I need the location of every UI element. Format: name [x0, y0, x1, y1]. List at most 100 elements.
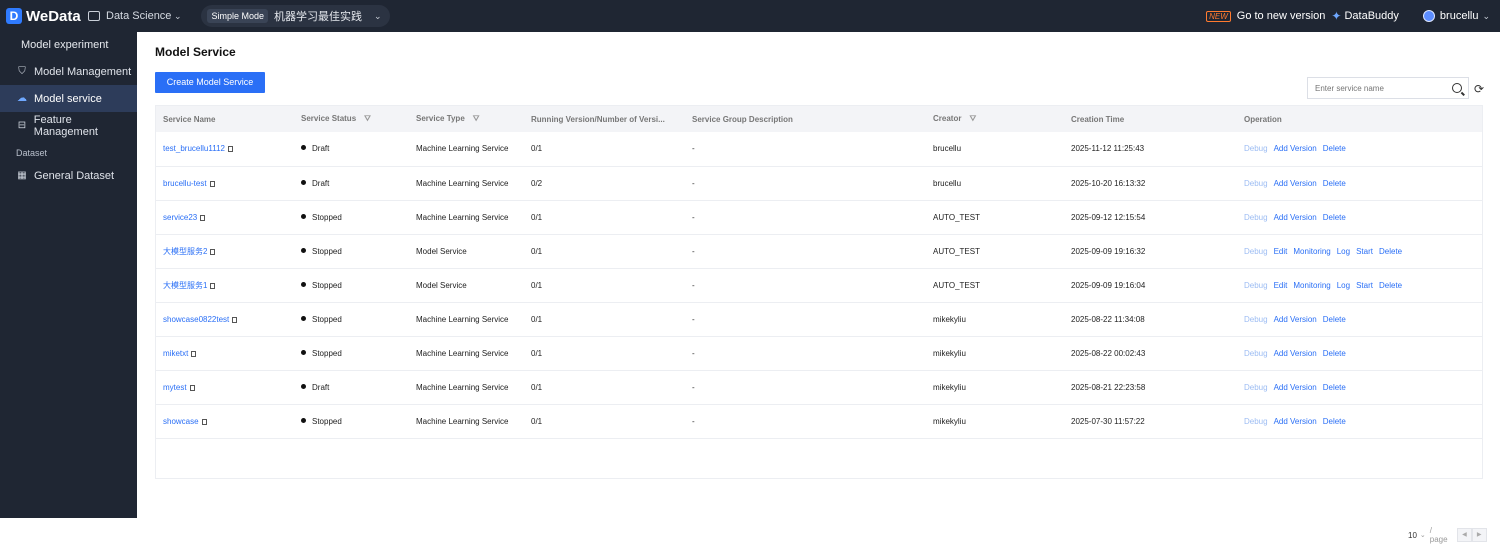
copy-icon[interactable] [232, 316, 238, 323]
operations-cell: Debug Add Version Delete [1237, 200, 1482, 235]
search-input[interactable] [1308, 79, 1444, 97]
brand[interactable]: D WeData [6, 8, 86, 25]
edit-action[interactable]: Edit [1274, 281, 1288, 290]
column-header: Operation [1237, 106, 1482, 132]
debug-action[interactable]: Debug [1244, 383, 1268, 392]
workspace-label: Data Science [106, 10, 172, 22]
sparkle-icon: ✦ [1331, 9, 1342, 23]
copy-icon[interactable] [200, 214, 206, 221]
chevron-down-icon[interactable]: ⌄ [1420, 531, 1426, 539]
log-action[interactable]: Log [1337, 247, 1350, 256]
copy-icon[interactable] [189, 384, 195, 391]
service-name-link[interactable]: 大模型服务2 [163, 247, 207, 256]
delete-action[interactable]: Delete [1323, 349, 1346, 358]
prev-page-button[interactable]: ◀ [1457, 528, 1472, 542]
service-name-link[interactable]: service23 [163, 213, 197, 222]
filter-icon[interactable]: ⛛ [364, 114, 371, 124]
filter-icon[interactable]: ⛛ [473, 114, 480, 124]
copy-icon[interactable] [210, 248, 216, 255]
debug-action[interactable]: Debug [1244, 247, 1268, 256]
delete-action[interactable]: Delete [1379, 281, 1402, 290]
workspace-selector[interactable]: Data Science ⌄ [88, 10, 181, 22]
version-count: 0/1 [531, 246, 543, 256]
column-header: Service Group Description [685, 106, 926, 132]
monitoring-action[interactable]: Monitoring [1293, 247, 1330, 256]
page-size-select[interactable]: 10 [1408, 531, 1417, 540]
delete-action[interactable]: Delete [1323, 213, 1346, 222]
add-version-action[interactable]: Add Version [1274, 349, 1317, 358]
refresh-icon[interactable]: ⟳ [1474, 82, 1484, 96]
operations-cell: Debug Edit Monitoring Log Start Delete [1237, 268, 1482, 303]
copy-icon[interactable] [210, 282, 216, 289]
add-version-action[interactable]: Add Version [1274, 315, 1317, 324]
start-action[interactable]: Start [1356, 281, 1373, 290]
service-name-link[interactable]: mytest [163, 383, 187, 392]
add-version-action[interactable]: Add Version [1274, 179, 1317, 188]
creation-time: 2025-11-12 11:25:43 [1071, 144, 1145, 154]
debug-action[interactable]: Debug [1244, 281, 1268, 290]
copy-icon[interactable] [201, 418, 207, 425]
creator: mikekyliu [933, 382, 966, 392]
copy-icon[interactable] [209, 180, 215, 187]
debug-action[interactable]: Debug [1244, 315, 1268, 324]
sidebar-group-dataset: Dataset [16, 148, 48, 158]
service-type: Model Service [416, 280, 467, 290]
table-row: 大模型服务2 Stopped Model Service 0/1 - AUTO_TEST 2… [156, 234, 1482, 269]
project-selector[interactable]: Simple Mode 机器学习最佳实践 ⌄ [201, 5, 390, 27]
service-name-link[interactable]: showcase [163, 417, 199, 426]
monitoring-action[interactable]: Monitoring [1293, 281, 1330, 290]
delete-action[interactable]: Delete [1323, 179, 1346, 188]
service-name-link[interactable]: test_brucellu1112 [163, 144, 225, 153]
avatar[interactable] [1422, 10, 1435, 22]
debug-action[interactable]: Debug [1244, 349, 1268, 358]
debug-action[interactable]: Debug [1244, 144, 1268, 153]
creator: mikekyliu [933, 416, 966, 426]
status-text: Draft [312, 382, 330, 392]
copy-icon[interactable] [191, 350, 197, 357]
new-version-link[interactable]: Go to new version [1237, 10, 1326, 22]
sidebar-heading[interactable]: Model experiment [0, 32, 137, 58]
user-name[interactable]: brucellu [1440, 10, 1479, 22]
delete-action[interactable]: Delete [1379, 247, 1402, 256]
service-name-link[interactable]: miketxt [163, 349, 188, 358]
add-version-action[interactable]: Add Version [1274, 417, 1317, 426]
sidebar-item-feature-management[interactable]: ⊟ Feature Management [0, 112, 137, 139]
databuddy-link[interactable]: DataBuddy [1344, 10, 1398, 22]
creation-time: 2025-10-20 16:13:32 [1071, 178, 1146, 188]
service-name-link[interactable]: brucellu-test [163, 179, 207, 188]
service-name-link[interactable]: showcase0822test [163, 315, 229, 324]
table-row: service23 Stopped Machine Learning Service… [156, 200, 1482, 235]
add-version-action[interactable]: Add Version [1274, 213, 1317, 222]
sidebar-item-general-dataset[interactable]: ▦ General Dataset [0, 162, 137, 189]
edit-action[interactable]: Edit [1274, 247, 1288, 256]
service-type: Machine Learning Service [416, 416, 509, 426]
sidebar-item-model-service[interactable]: ☁ Model service [0, 85, 137, 112]
next-page-button[interactable]: ▶ [1471, 528, 1487, 542]
service-name-link[interactable]: 大模型服务1 [163, 281, 207, 290]
start-action[interactable]: Start [1356, 247, 1373, 256]
debug-action[interactable]: Debug [1244, 213, 1268, 222]
search-icon[interactable] [1452, 83, 1462, 93]
log-action[interactable]: Log [1337, 281, 1350, 290]
debug-action[interactable]: Debug [1244, 417, 1268, 426]
service-type: Machine Learning Service [416, 212, 509, 222]
delete-action[interactable]: Delete [1323, 144, 1346, 153]
filter-icon[interactable]: ⛛ [969, 114, 976, 124]
status-dot-icon [301, 145, 306, 151]
add-version-action[interactable]: Add Version [1274, 144, 1317, 153]
debug-action[interactable]: Debug [1244, 179, 1268, 188]
delete-action[interactable]: Delete [1323, 417, 1346, 426]
top-bar: D WeData Data Science ⌄ Simple Mode 机器学习… [0, 0, 1500, 32]
chevron-down-icon[interactable]: ⌄ [1482, 11, 1490, 22]
add-version-action[interactable]: Add Version [1274, 383, 1317, 392]
column-header: Running Version/Number of Versi... [524, 106, 685, 132]
sidebar-item-model-management[interactable]: ⛉ Model Management [0, 58, 137, 85]
chevron-down-icon: ⌄ [374, 10, 382, 21]
delete-action[interactable]: Delete [1323, 315, 1346, 324]
create-model-service-button[interactable]: Create Model Service [155, 72, 265, 93]
search-box [1307, 77, 1469, 99]
per-page-label: / page [1429, 526, 1448, 544]
copy-icon[interactable] [227, 146, 233, 153]
group-description: - [692, 416, 695, 426]
delete-action[interactable]: Delete [1323, 383, 1346, 392]
